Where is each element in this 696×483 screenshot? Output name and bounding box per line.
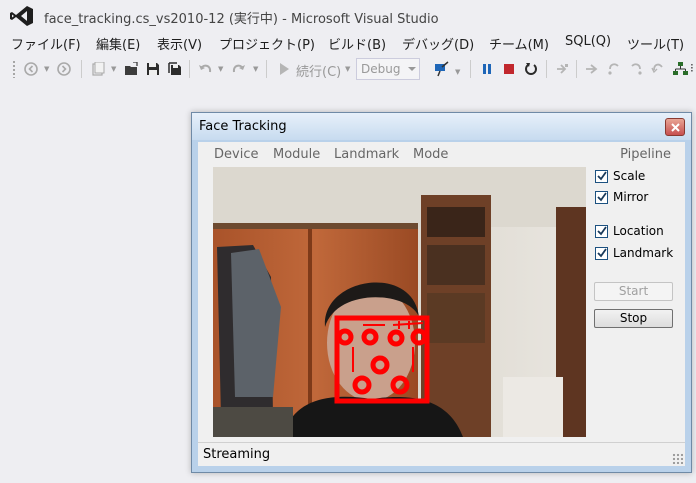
save-all-icon[interactable] [166,59,184,79]
scale-label: Scale [613,169,646,183]
menu-debug[interactable]: デバッグ(D) [402,34,474,53]
status-text: Streaming [203,447,271,462]
face-tracking-window: Face Tracking Device Module Landmark Mod… [191,112,692,473]
vs-title-bar: face_tracking.cs_vs2010-12 (実行中) - Micro… [0,0,696,30]
vs-toolbar: ▼ ▼ ▼ ▼ ▼ ▼ ⁝ [0,56,696,82]
location-label: Location [613,224,664,238]
scale-checkbox[interactable] [595,169,608,183]
menu-project[interactable]: プロジェクト(P) [219,34,315,53]
menu-pipeline[interactable]: Pipeline [620,147,671,162]
menu-sql[interactable]: SQL(Q) [565,34,611,49]
chevron-down-icon [408,67,416,71]
show-next-statement-icon[interactable] [553,59,571,79]
menu-device[interactable]: Device [214,147,258,162]
visual-studio-logo-icon [10,6,33,26]
checkmark-icon [596,226,607,236]
toolbar-grip[interactable] [12,60,16,78]
continue-icon[interactable] [276,59,292,79]
menu-file[interactable]: ファイル(F) [11,34,81,53]
continue-dropdown-icon[interactable]: ▼ [345,65,350,73]
menu-tools[interactable]: ツール(T) [627,34,684,53]
landmark-checkbox-row[interactable]: Landmark [595,245,673,261]
hierarchy-icon[interactable] [671,59,689,79]
new-project-dropdown-icon[interactable]: ▼ [111,65,116,73]
attach-process-icon[interactable] [433,59,451,79]
step-out-icon[interactable] [627,59,645,79]
step-over-icon[interactable] [605,59,623,79]
menu-mode[interactable]: Mode [413,147,448,162]
toolbar-separator [266,60,267,78]
stop-button[interactable]: Stop [594,309,673,328]
menu-build[interactable]: ビルド(B) [328,34,386,53]
face-tracking-client-area: Device Module Landmark Mode Pipeline Sca… [198,142,685,466]
new-project-icon[interactable] [89,59,107,79]
start-button[interactable]: Start [594,282,673,301]
menu-module[interactable]: Module [273,147,320,162]
webcam-frame-image [213,167,586,437]
close-window-button[interactable] [665,118,685,136]
face-tracking-title: Face Tracking [199,119,287,134]
toolbar-separator [546,60,547,78]
configuration-value: Debug [361,62,401,76]
toolbar-overflow-icon[interactable]: ⁝ [690,61,694,75]
redo-icon[interactable] [229,59,247,79]
toolbar-separator [576,60,577,78]
attach-dropdown-icon[interactable]: ▼ [455,68,460,76]
mirror-checkbox-row[interactable]: Mirror [595,189,648,205]
landmark-checkbox[interactable] [595,246,608,260]
toolbar-separator [189,60,190,78]
restart-icon[interactable] [522,59,540,79]
status-bar: Streaming [198,442,685,466]
location-checkbox[interactable] [595,224,608,238]
checkmark-icon [596,171,607,181]
checkmark-icon [596,248,607,258]
resize-grip-icon[interactable] [672,453,683,464]
location-checkbox-row[interactable]: Location [595,223,664,239]
step-back-icon[interactable] [649,59,667,79]
checkmark-icon [596,192,607,202]
undo-dropdown-icon[interactable]: ▼ [218,65,223,73]
landmark-label: Landmark [613,246,674,260]
mirror-checkbox[interactable] [595,190,608,204]
vs-window-title: face_tracking.cs_vs2010-12 (実行中) - Micro… [44,12,439,27]
menu-view[interactable]: 表示(V) [157,34,202,53]
close-icon [670,122,680,132]
camera-preview [213,167,586,437]
navigate-back-dropdown-icon[interactable]: ▼ [44,65,49,73]
toolbar-separator [81,60,82,78]
step-into-icon[interactable] [583,59,601,79]
scale-checkbox-row[interactable]: Scale [595,168,645,184]
save-icon[interactable] [144,59,162,79]
mirror-label: Mirror [613,190,649,204]
face-tracking-title-bar[interactable]: Face Tracking [192,113,691,140]
menu-landmark[interactable]: Landmark [334,147,399,162]
continue-button-label[interactable]: 続行(C) [296,61,341,80]
navigate-forward-icon[interactable] [55,59,73,79]
solution-configuration-dropdown[interactable]: Debug [356,58,420,80]
redo-dropdown-icon[interactable]: ▼ [253,65,258,73]
navigate-back-icon[interactable] [22,59,40,79]
menu-team[interactable]: チーム(M) [489,34,549,53]
open-file-icon[interactable] [122,59,140,79]
toolbar-separator [470,60,471,78]
menu-edit[interactable]: 編集(E) [96,34,140,53]
vs-menu-bar: ファイル(F) 編集(E) 表示(V) プロジェクト(P) ビルド(B) デバッ… [0,30,696,54]
break-all-pause-icon[interactable] [478,59,496,79]
undo-icon[interactable] [196,59,214,79]
stop-debugging-icon[interactable] [500,59,518,79]
